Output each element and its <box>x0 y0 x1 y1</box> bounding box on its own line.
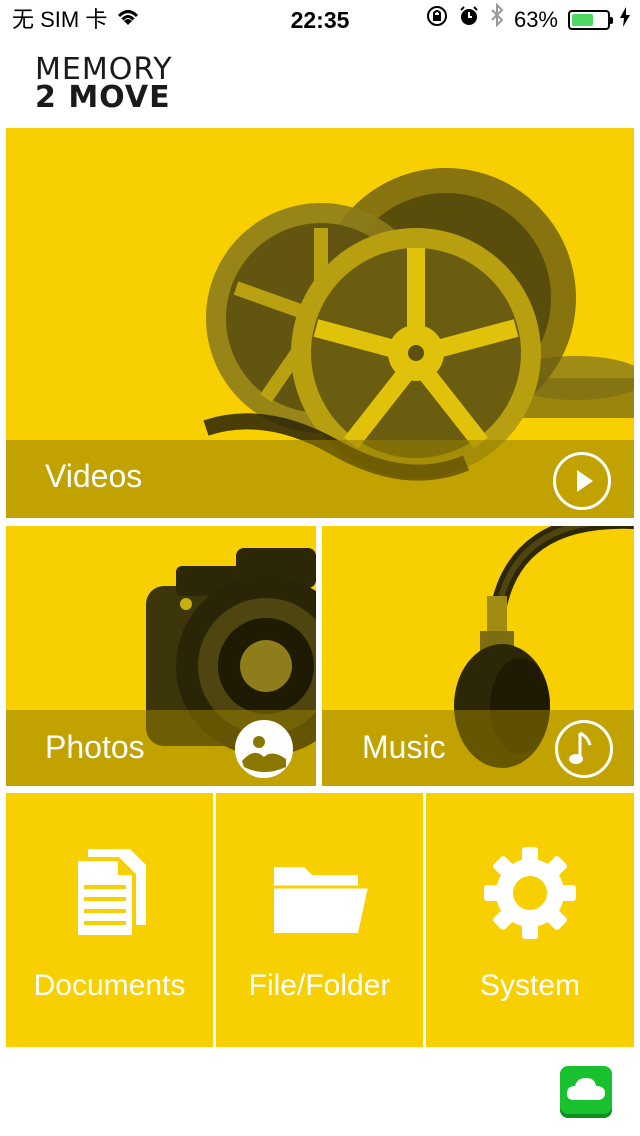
battery-percent: 63% <box>513 7 558 32</box>
folder-icon <box>273 867 368 933</box>
file-folder-tile[interactable]: File/Folder <box>216 793 423 1047</box>
system-label: System <box>479 969 581 1002</box>
bluetooth-icon <box>490 0 504 40</box>
status-right: 63% <box>426 0 630 40</box>
documents-tile[interactable]: Documents <box>6 793 213 1047</box>
orientation-lock-icon <box>426 0 448 40</box>
file-folder-label: File/Folder <box>248 969 391 1002</box>
documents-label: Documents <box>33 969 186 1002</box>
charging-icon <box>620 0 630 40</box>
gear-icon <box>484 847 576 939</box>
status-bar: 无 SIM 卡 22:35 63% <box>0 0 640 40</box>
photos-tile[interactable]: Photos <box>6 526 316 786</box>
logo-line2: 2 MOVE <box>35 80 171 115</box>
cloud-icon <box>566 1078 605 1100</box>
photo-icon[interactable] <box>235 720 293 778</box>
music-note-icon[interactable] <box>555 720 613 778</box>
battery-fill <box>572 14 593 26</box>
videos-tile[interactable]: Videos <box>6 128 634 518</box>
play-icon[interactable] <box>553 452 611 510</box>
memory-2-move-logo: MEMORY 2 MOVE <box>35 55 235 115</box>
videos-label: Videos <box>45 458 143 494</box>
alarm-icon <box>458 0 480 40</box>
documents-icon <box>73 849 146 939</box>
music-tile[interactable]: Music <box>322 526 634 786</box>
system-tile[interactable]: System <box>426 793 634 1047</box>
photos-label: Photos <box>45 729 145 765</box>
cloud-button[interactable] <box>560 1066 612 1114</box>
battery-icon <box>568 10 613 30</box>
music-label: Music <box>362 729 446 765</box>
